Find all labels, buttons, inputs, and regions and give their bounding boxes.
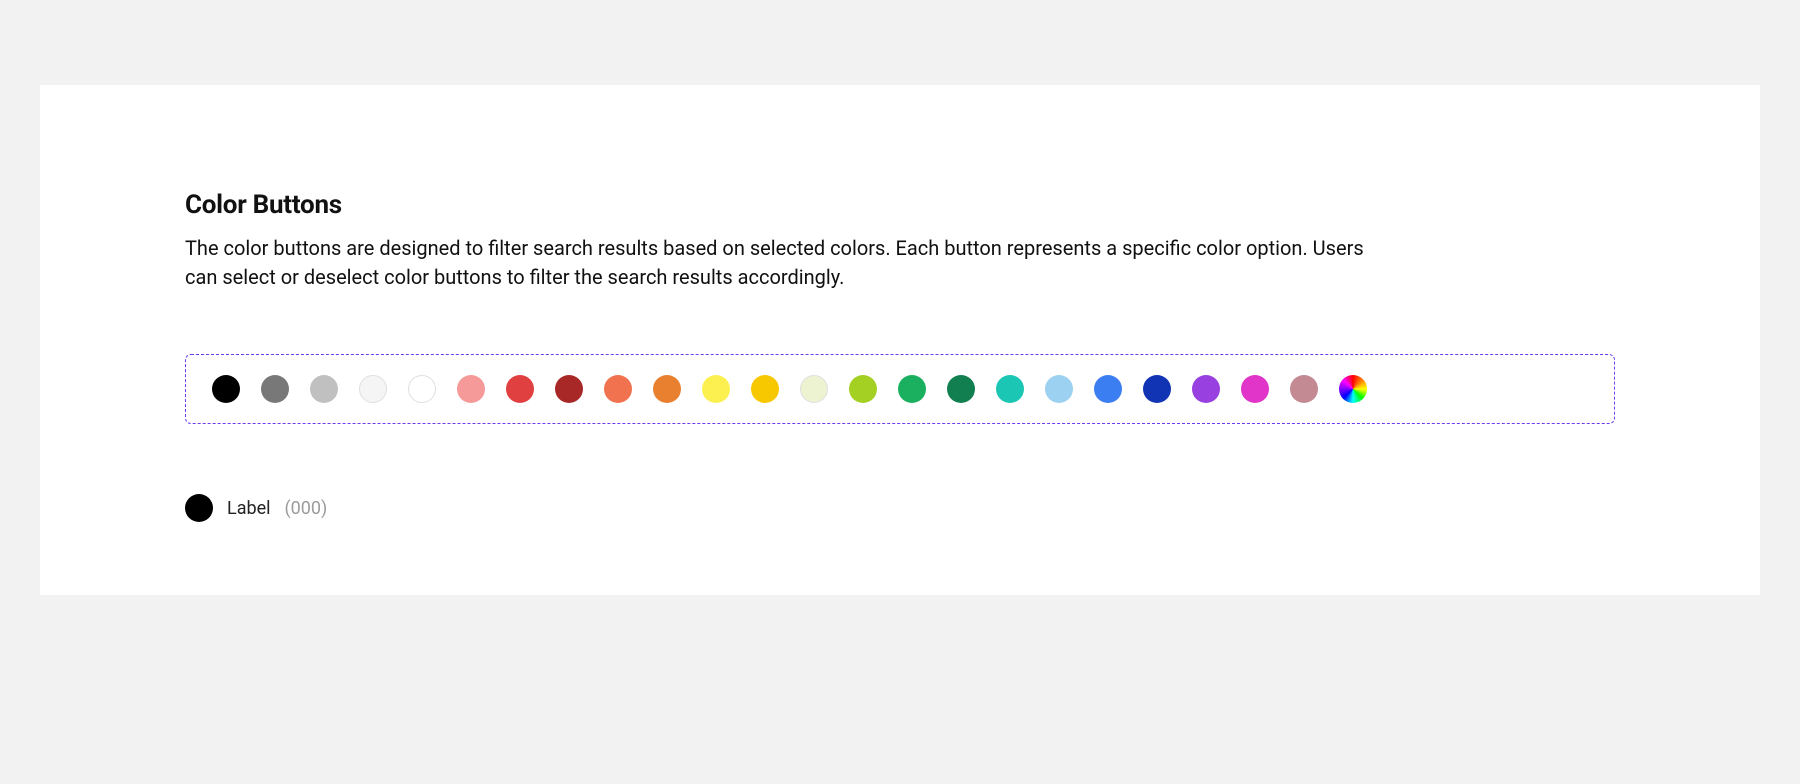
color-swatch-black[interactable]	[212, 375, 240, 403]
color-swatch-yellow[interactable]	[702, 375, 730, 403]
color-swatch-dark-red[interactable]	[555, 375, 583, 403]
color-swatch-teal[interactable]	[996, 375, 1024, 403]
color-swatch-gold[interactable]	[751, 375, 779, 403]
color-swatch-pink[interactable]	[457, 375, 485, 403]
color-swatch-light-blue[interactable]	[1045, 375, 1073, 403]
color-swatch-multicolor[interactable]	[1339, 375, 1367, 403]
example-swatch	[185, 494, 213, 522]
color-swatch-green[interactable]	[898, 375, 926, 403]
color-swatch-coral[interactable]	[604, 375, 632, 403]
section-heading: Color Buttons	[185, 190, 1615, 220]
color-swatch-magenta[interactable]	[1241, 375, 1269, 403]
color-swatch-row	[185, 354, 1615, 424]
color-swatch-pale-green[interactable]	[800, 375, 828, 403]
color-swatch-dark-gray[interactable]	[261, 375, 289, 403]
card: Color Buttons The color buttons are desi…	[40, 85, 1760, 595]
color-swatch-purple[interactable]	[1192, 375, 1220, 403]
color-swatch-dark-green[interactable]	[947, 375, 975, 403]
color-swatch-orange[interactable]	[653, 375, 681, 403]
color-swatch-red[interactable]	[506, 375, 534, 403]
color-swatch-dark-blue[interactable]	[1143, 375, 1171, 403]
color-swatch-mauve[interactable]	[1290, 375, 1318, 403]
example-count: (000)	[285, 498, 328, 519]
color-swatch-off-white[interactable]	[359, 375, 387, 403]
color-swatch-light-gray[interactable]	[310, 375, 338, 403]
example-label: Label	[227, 498, 271, 519]
section-description: The color buttons are designed to filter…	[185, 234, 1385, 292]
example-item[interactable]: Label (000)	[185, 494, 1615, 522]
color-swatch-blue[interactable]	[1094, 375, 1122, 403]
color-swatch-white[interactable]	[408, 375, 436, 403]
color-swatch-lime[interactable]	[849, 375, 877, 403]
